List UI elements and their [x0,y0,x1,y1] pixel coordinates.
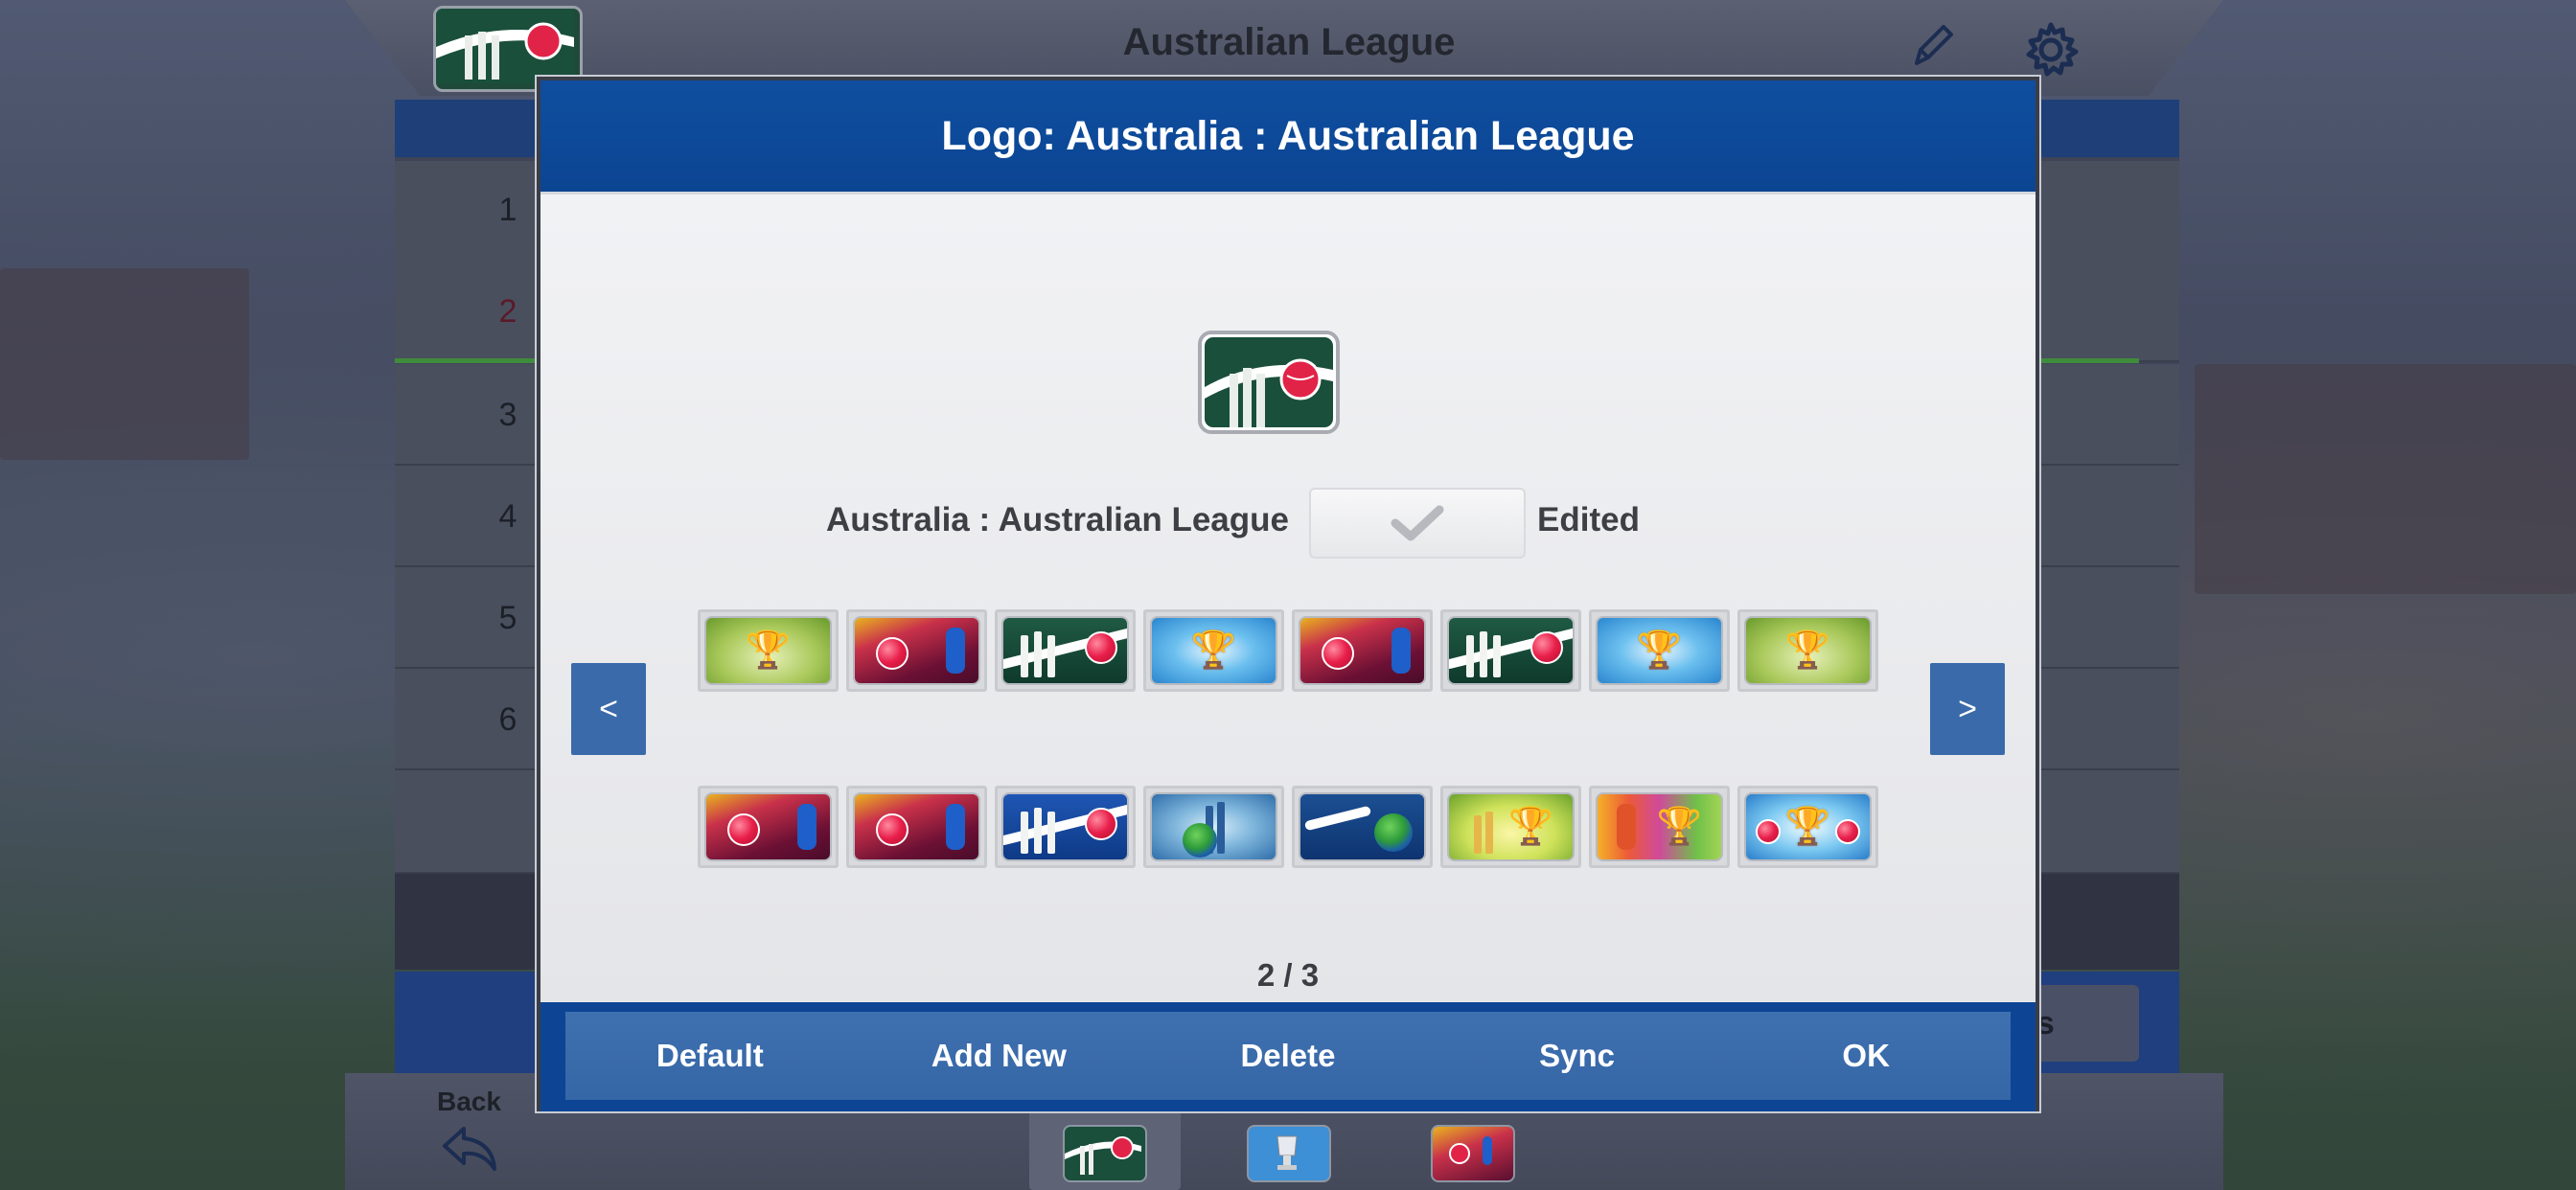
logo-option[interactable]: 🏆 [1143,609,1284,692]
row-number: 2 [498,293,518,330]
sync-button[interactable]: Sync [1433,1038,1722,1074]
trophy-logo-icon: 🏆 [1744,616,1872,685]
trophy-logo-icon [1431,1125,1515,1182]
app-title: Australian League [1122,21,1456,63]
logo-option[interactable] [995,786,1136,868]
logo-option[interactable]: 🏆 [698,609,839,692]
page-indicator: 2 / 3 [1256,957,1320,993]
logo-option[interactable]: 🏆 [1589,609,1730,692]
logo-option[interactable] [1292,609,1433,692]
logo-option[interactable] [1143,786,1284,868]
stumps-logo-icon [1447,616,1575,685]
logo-option[interactable] [1292,786,1433,868]
row-number: 5 [498,600,518,636]
tab-cup[interactable] [1213,1100,1365,1190]
logo-option[interactable] [1440,609,1581,692]
trophy-icon: 🏆 [1784,807,1831,847]
back-label[interactable]: Back [437,1087,501,1117]
batsman-logo-icon [853,792,980,861]
batsman-logo-icon [1299,616,1426,685]
logo-grid-row-2: 🏆 🏆 🏆 [698,786,1878,868]
dialog-body: Australia : Australian League Edited < >… [540,195,2036,1001]
league-name-label: Australia : Australian League [826,501,1289,538]
selected-logo-preview [1198,331,1340,434]
logo-option[interactable] [698,786,839,868]
logo-option[interactable] [995,609,1136,692]
dialog-title: Logo: Australia : Australian League [941,112,1635,159]
default-button[interactable]: Default [565,1038,855,1074]
edited-checkbox[interactable] [1309,488,1526,559]
logo-option[interactable] [846,786,987,868]
stadium-pavilion-right [2195,364,2576,594]
trophy-icon: 🏆 [745,630,792,671]
delete-button[interactable]: Delete [1143,1038,1433,1074]
stadium-stand-left [0,268,249,460]
logo-option[interactable]: 🏆 [1737,609,1878,692]
trophy-icon: 🏆 [1636,630,1683,671]
gear-icon[interactable] [2020,19,2082,80]
silver-trophy-logo-icon: 🏆 [1596,616,1723,685]
stumps-logo-icon [1001,792,1129,861]
dialog-header: Logo: Australia : Australian League [540,80,2036,195]
silver-trophy-logo-icon: 🏆 [1150,616,1277,685]
trophy-logo-icon: 🏆 [704,616,832,685]
row-number: 3 [498,397,518,433]
trophy-icon: 🏆 [1507,807,1553,847]
logo-grid-row-1: 🏆 🏆 🏆 🏆 [698,609,1878,692]
stumps-trophy-logo-icon: 🏆 [1447,792,1575,861]
tab-trophy[interactable] [1397,1100,1549,1190]
logo-picker-dialog: Logo: Australia : Australian League Aust… [537,77,2039,1111]
stumps-logo-icon [1001,616,1129,685]
league-logo-icon [1063,1125,1147,1182]
add-new-button[interactable]: Add New [855,1038,1144,1074]
dialog-actions: Default Add New Delete Sync OK [565,1012,2011,1100]
dialog-footer: Default Add New Delete Sync OK [540,1002,2036,1111]
trophy-icon: 🏆 [1656,807,1702,847]
logo-name-row: Australia : Australian League Edited [540,488,2036,564]
silver-trophy-logo-icon: 🏆 [1744,792,1872,861]
logo-option[interactable]: 🏆 [1737,786,1878,868]
batsman-trophy-logo-icon: 🏆 [1596,792,1723,861]
cup-logo-icon [1247,1125,1331,1182]
logo-option[interactable]: 🏆 [1440,786,1581,868]
trophy-icon: 🏆 [1190,630,1237,671]
logo-option[interactable]: 🏆 [1589,786,1730,868]
logo-option[interactable] [846,609,987,692]
prev-page-button[interactable]: < [571,663,646,755]
batsman-logo-icon [853,616,980,685]
globe-logo-icon [1299,792,1426,861]
globe-logo-icon [1150,792,1277,861]
tab-league[interactable] [1029,1100,1181,1190]
row-number: 4 [498,498,518,535]
pencil-icon[interactable] [1909,19,1957,73]
ok-button[interactable]: OK [1721,1038,2011,1074]
checkmark-icon [1391,505,1444,541]
next-page-button[interactable]: > [1930,663,2005,755]
back-arrow-icon[interactable] [439,1121,500,1177]
edited-label: Edited [1537,501,1640,538]
batsman-logo-icon [704,792,832,861]
row-number: 6 [498,701,518,738]
trophy-icon: 🏆 [1784,630,1831,671]
row-number: 1 [498,192,518,228]
